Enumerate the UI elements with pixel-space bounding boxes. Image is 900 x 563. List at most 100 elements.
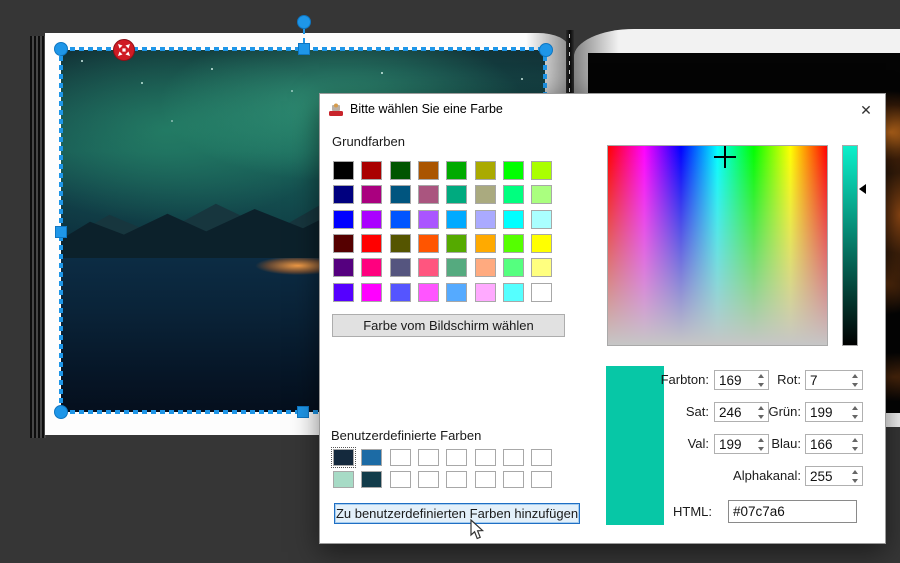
pick-screen-color-button[interactable]: Farbe vom Bildschirm wählen — [332, 314, 565, 337]
basic-color-swatch[interactable] — [418, 161, 439, 180]
basic-color-swatch[interactable] — [446, 210, 467, 229]
custom-color-swatch[interactable] — [418, 471, 439, 488]
spin-down-icon[interactable] — [852, 447, 858, 451]
basic-color-swatch[interactable] — [531, 210, 552, 229]
alpha-spinbox[interactable] — [805, 466, 863, 486]
custom-color-swatch[interactable] — [475, 471, 496, 488]
basic-color-swatch[interactable] — [531, 185, 552, 204]
sat-input[interactable] — [715, 403, 753, 421]
resize-handle-top-left[interactable] — [54, 42, 68, 56]
close-icon[interactable]: ✕ — [853, 97, 879, 123]
spin-up-icon[interactable] — [758, 374, 764, 378]
delete-image-button[interactable] — [113, 39, 135, 61]
basic-color-swatch[interactable] — [503, 258, 524, 277]
green-spinbox[interactable] — [805, 402, 863, 422]
custom-color-swatch[interactable] — [390, 471, 411, 488]
resize-handle-bottom-left[interactable] — [54, 405, 68, 419]
resize-handle-top-center[interactable] — [298, 43, 310, 55]
green-input[interactable] — [806, 403, 847, 421]
custom-color-swatch[interactable] — [390, 449, 411, 466]
basic-color-swatch[interactable] — [361, 210, 382, 229]
basic-color-swatch[interactable] — [475, 283, 496, 302]
basic-color-swatch[interactable] — [475, 234, 496, 253]
alpha-input[interactable] — [806, 467, 847, 485]
basic-color-swatch[interactable] — [390, 283, 411, 302]
value-slider-arrow-icon[interactable] — [859, 184, 866, 194]
custom-color-swatch[interactable] — [446, 471, 467, 488]
custom-color-swatch[interactable] — [361, 471, 382, 488]
custom-color-swatch[interactable] — [333, 471, 354, 488]
basic-color-swatch[interactable] — [531, 161, 552, 180]
basic-color-swatch[interactable] — [333, 161, 354, 180]
basic-color-swatch[interactable] — [503, 210, 524, 229]
basic-color-swatch[interactable] — [390, 234, 411, 253]
basic-color-swatch[interactable] — [333, 258, 354, 277]
basic-color-swatch[interactable] — [446, 283, 467, 302]
basic-color-swatch[interactable] — [361, 161, 382, 180]
basic-color-swatch[interactable] — [503, 161, 524, 180]
custom-color-swatch[interactable] — [361, 449, 382, 466]
resize-handle-bottom-center[interactable] — [297, 406, 309, 418]
val-input[interactable] — [715, 435, 753, 453]
basic-color-swatch[interactable] — [361, 283, 382, 302]
picker-crosshair-icon[interactable] — [724, 146, 726, 168]
basic-color-swatch[interactable] — [475, 210, 496, 229]
basic-color-swatch[interactable] — [390, 161, 411, 180]
spin-up-icon[interactable] — [852, 406, 858, 410]
basic-color-swatch[interactable] — [390, 210, 411, 229]
basic-color-swatch[interactable] — [531, 258, 552, 277]
hue-saturation-picker[interactable] — [607, 145, 828, 346]
basic-color-swatch[interactable] — [475, 258, 496, 277]
spin-down-icon[interactable] — [758, 383, 764, 387]
html-input[interactable] — [728, 500, 857, 523]
basic-color-swatch[interactable] — [333, 234, 354, 253]
basic-color-swatch[interactable] — [333, 210, 354, 229]
basic-color-swatch[interactable] — [390, 258, 411, 277]
custom-color-swatch[interactable] — [503, 449, 524, 466]
add-to-custom-colors-button[interactable]: Zu benutzerdefinierten Farben hinzufügen — [334, 503, 580, 524]
spin-up-icon[interactable] — [852, 470, 858, 474]
basic-color-swatch[interactable] — [418, 258, 439, 277]
basic-color-swatch[interactable] — [361, 258, 382, 277]
basic-color-swatch[interactable] — [446, 234, 467, 253]
blue-input[interactable] — [806, 435, 847, 453]
value-slider[interactable] — [842, 145, 858, 346]
basic-color-swatch[interactable] — [418, 283, 439, 302]
custom-color-swatch[interactable] — [475, 449, 496, 466]
rotation-handle[interactable] — [297, 15, 311, 29]
basic-color-swatch[interactable] — [333, 283, 354, 302]
basic-color-swatch[interactable] — [531, 283, 552, 302]
basic-color-swatch[interactable] — [503, 185, 524, 204]
basic-color-swatch[interactable] — [503, 234, 524, 253]
basic-color-swatch[interactable] — [531, 234, 552, 253]
basic-color-swatch[interactable] — [361, 185, 382, 204]
custom-color-swatch[interactable] — [531, 449, 552, 466]
basic-color-swatch[interactable] — [446, 258, 467, 277]
basic-color-swatch[interactable] — [446, 185, 467, 204]
basic-color-swatch[interactable] — [333, 185, 354, 204]
spin-up-icon[interactable] — [852, 438, 858, 442]
custom-color-swatch[interactable] — [446, 449, 467, 466]
dialog-titlebar[interactable]: Bitte wählen Sie eine Farbe ✕ — [320, 94, 885, 126]
basic-color-swatch[interactable] — [503, 283, 524, 302]
red-spinbox[interactable] — [805, 370, 863, 390]
basic-color-swatch[interactable] — [390, 185, 411, 204]
hue-input[interactable] — [715, 371, 753, 389]
basic-color-swatch[interactable] — [475, 161, 496, 180]
hue-spinbox[interactable] — [714, 370, 769, 390]
basic-color-swatch[interactable] — [418, 234, 439, 253]
basic-color-swatch[interactable] — [418, 210, 439, 229]
spin-down-icon[interactable] — [852, 383, 858, 387]
custom-color-swatch[interactable] — [333, 449, 354, 466]
spin-down-icon[interactable] — [852, 415, 858, 419]
basic-color-swatch[interactable] — [418, 185, 439, 204]
basic-color-swatch[interactable] — [446, 161, 467, 180]
blue-spinbox[interactable] — [805, 434, 863, 454]
spin-down-icon[interactable] — [852, 479, 858, 483]
basic-color-swatch[interactable] — [475, 185, 496, 204]
custom-color-swatch[interactable] — [418, 449, 439, 466]
basic-color-swatch[interactable] — [361, 234, 382, 253]
custom-color-swatch[interactable] — [531, 471, 552, 488]
resize-handle-left-center[interactable] — [55, 226, 67, 238]
spin-up-icon[interactable] — [852, 374, 858, 378]
